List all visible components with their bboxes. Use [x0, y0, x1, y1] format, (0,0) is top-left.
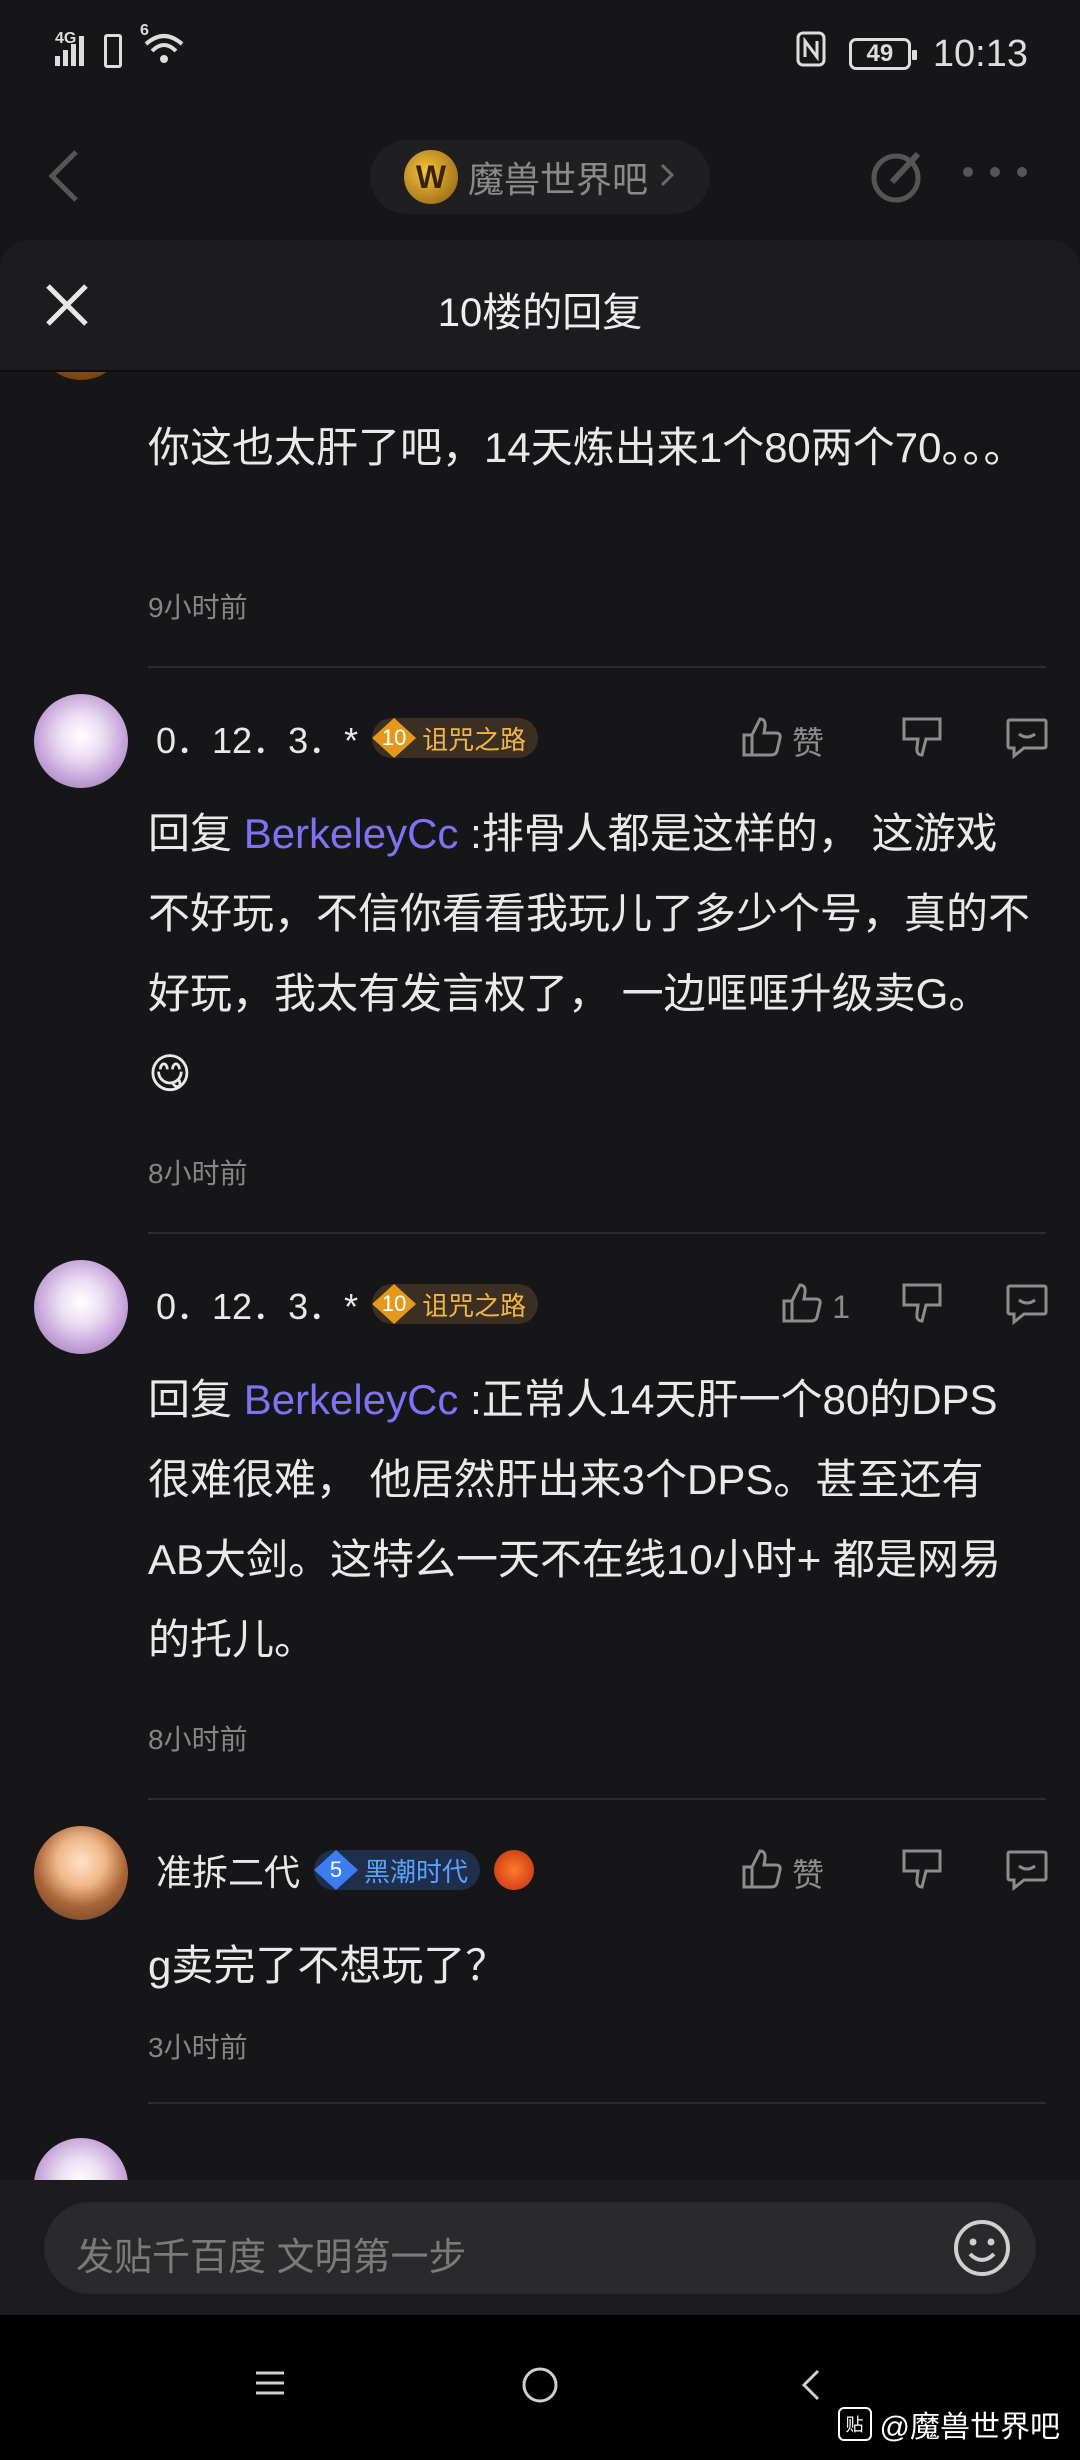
reply-list: 你这也太肝了吧，14天炼出来1个80两个70。。。 9小时前 0．12．3．* … — [0, 370, 1080, 2180]
game-badge-icon — [494, 1850, 535, 1890]
avatar[interactable] — [34, 1260, 128, 1354]
forum-logo-icon: W — [403, 150, 458, 204]
user-info: 0．12．3．* 10 诅咒之路 — [156, 1278, 539, 1330]
like-button[interactable]: 赞 — [740, 715, 850, 767]
comment-icon — [1004, 714, 1050, 768]
thumbs-down-icon — [900, 1847, 944, 1899]
input-placeholder: 发贴千百度 文明第一步 — [76, 2237, 467, 2279]
chevron-right-icon — [658, 156, 676, 198]
reply-text: g卖完了不想玩了？ — [148, 1942, 508, 1989]
watermark: 贴 @魔兽世界吧 — [837, 2402, 1060, 2446]
sheet-title: 10楼的回复 — [437, 291, 643, 335]
badge-label: 诅咒之路 — [422, 724, 527, 755]
sim2-label: 6 — [140, 22, 149, 39]
avatar[interactable] — [34, 1826, 128, 1920]
level-badge[interactable]: 10 诅咒之路 — [372, 1284, 539, 1324]
avatar[interactable] — [34, 694, 128, 788]
comment-icon — [1004, 1846, 1050, 1900]
wifi-icon: 6 — [140, 22, 186, 71]
thumbs-up-icon — [740, 1847, 784, 1899]
reply-text: 回复 BerkeleyCc :正常人14天肝一个80的DPS 很难很难， 他居然… — [148, 1360, 1038, 1680]
like-button[interactable]: 赞 — [740, 1847, 850, 1899]
user-info: 准拆二代 5 黑潮时代 — [156, 1844, 535, 1896]
thumbs-up-icon — [740, 715, 784, 767]
clock: 10:13 — [932, 32, 1028, 75]
avatar[interactable] — [34, 2138, 128, 2180]
like-count: 1 — [832, 1288, 850, 1325]
battery-icon: 49 — [848, 38, 917, 70]
reply-time: 8小时前 — [148, 1724, 248, 1755]
edit-icon[interactable] — [868, 146, 928, 211]
reply-time: 9小时前 — [148, 592, 248, 623]
reply-actions: 1 — [740, 1280, 1050, 1334]
username[interactable]: 0．12．3．* — [156, 1278, 358, 1330]
network-type: 4G — [55, 29, 77, 47]
dislike-button[interactable] — [900, 1847, 944, 1899]
mention-link[interactable]: BerkeleyCc — [244, 810, 459, 857]
comment-icon — [1004, 1280, 1050, 1334]
like-button[interactable]: 1 — [740, 1281, 850, 1333]
like-label: 赞 — [792, 725, 825, 761]
user-info: 0．12．3．* 10 诅咒之路 — [156, 712, 539, 764]
username[interactable]: 0．12．3．* — [156, 712, 358, 764]
home-icon[interactable] — [520, 2365, 560, 2410]
level-badge[interactable]: 10 诅咒之路 — [372, 718, 539, 758]
reply-sheet: 10楼的回复 你这也太肝了吧，14天炼出来1个80两个70。。。 9小时前 0．… — [0, 240, 1080, 2180]
like-label: 赞 — [792, 1857, 825, 1893]
status-bar: 4G 6 49 10:13 — [0, 0, 1080, 110]
level-badge[interactable]: 5 黑潮时代 — [314, 1850, 481, 1890]
back-icon[interactable] — [46, 148, 82, 209]
sheet-header: 10楼的回复 — [0, 240, 1080, 372]
nfc-icon — [795, 30, 827, 78]
badge-label: 黑潮时代 — [364, 1856, 469, 1887]
divider — [148, 666, 1046, 668]
back-nav-icon[interactable] — [796, 2365, 826, 2410]
reply-actions: 赞 — [740, 714, 1050, 768]
sim-icon — [104, 33, 122, 68]
tieba-logo-icon: 贴 — [837, 2407, 872, 2441]
dislike-button[interactable] — [900, 1281, 944, 1333]
badge-label: 诅咒之路 — [422, 1290, 527, 1321]
level-number: 5 — [314, 1850, 359, 1890]
comment-input[interactable]: 发贴千百度 文明第一步 — [44, 2202, 1036, 2294]
mention-link[interactable]: BerkeleyCc — [244, 1376, 459, 1423]
reply-time: 8小时前 — [148, 1158, 248, 1189]
more-icon[interactable] — [960, 164, 1030, 185]
level-number: 10 — [372, 718, 417, 758]
comment-button[interactable] — [1004, 1846, 1050, 1900]
reply-text: 你这也太肝了吧，14天炼出来1个80两个70。。。 — [148, 424, 1026, 471]
comment-input-bar: 发贴千百度 文明第一步 — [0, 2180, 1080, 2315]
username[interactable]: 准拆二代 — [156, 1844, 300, 1896]
comment-button[interactable] — [1004, 1280, 1050, 1334]
forum-name: 魔兽世界吧 — [467, 159, 648, 200]
menu-icon[interactable] — [252, 2365, 288, 2406]
emoji-icon[interactable] — [950, 2216, 1014, 2285]
reply-actions: 赞 — [740, 1846, 1050, 1900]
divider — [148, 1798, 1046, 1800]
forum-title-pill[interactable]: W 魔兽世界吧 — [370, 140, 710, 214]
divider — [148, 2102, 1046, 2104]
level-number: 10 — [372, 1284, 417, 1324]
reply-time: 3小时前 — [148, 2032, 248, 2063]
thumbs-up-icon — [780, 1281, 824, 1333]
watermark-text: @魔兽世界吧 — [879, 2411, 1060, 2444]
reply-prefix: 回复 — [148, 1376, 233, 1423]
thumbs-down-icon — [900, 1281, 944, 1333]
comment-button[interactable] — [1004, 714, 1050, 768]
thumbs-down-icon — [900, 715, 944, 767]
emoji: 😋 — [148, 1050, 192, 1097]
dislike-button[interactable] — [900, 715, 944, 767]
reply-prefix: 回复 — [148, 810, 233, 857]
system-navigation-bar: 贴 @魔兽世界吧 — [0, 2315, 1080, 2460]
divider — [148, 1232, 1046, 1234]
top-nav: W 魔兽世界吧 — [0, 120, 1080, 230]
battery-level: 49 — [866, 40, 894, 67]
signal-icon: 4G — [55, 30, 84, 66]
reply-text: 回复 BerkeleyCc :排骨人都是这样的， 这游戏不好玩，不信你看看我玩儿… — [148, 794, 1038, 1114]
